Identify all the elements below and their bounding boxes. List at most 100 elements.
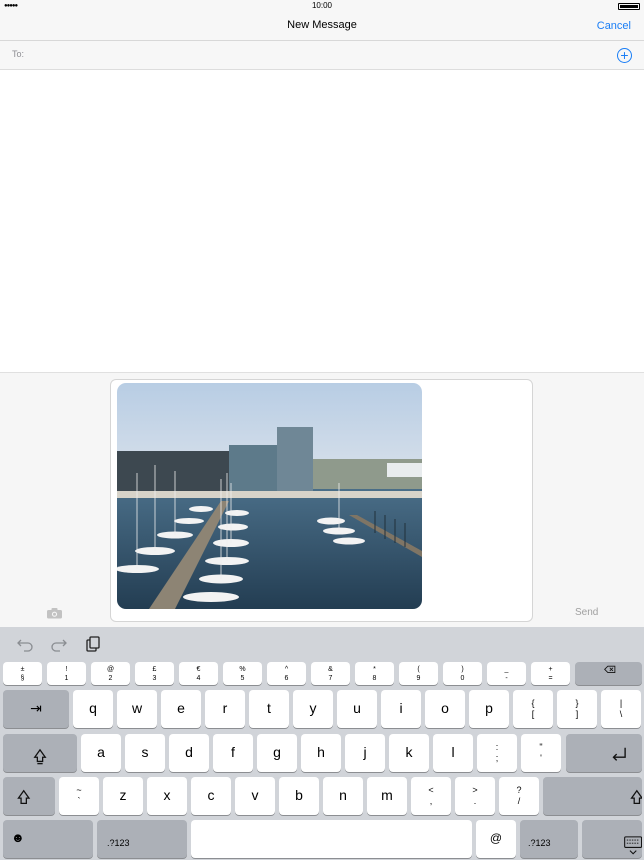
number-key[interactable]: * 8 [355, 662, 394, 685]
number-key[interactable]: ± § [3, 662, 42, 685]
number-key[interactable]: + = [531, 662, 570, 685]
letter-key-t[interactable]: t [249, 690, 289, 728]
symbol-key[interactable]: >. [455, 777, 495, 815]
symbol-key[interactable]: <, [411, 777, 451, 815]
symbol-key[interactable]: ~ ` [59, 777, 99, 815]
letter-key-v[interactable]: v [235, 777, 275, 815]
tab-key[interactable]: ⇥ [3, 690, 69, 728]
number-key[interactable]: ! 1 [47, 662, 86, 685]
space-key[interactable] [191, 820, 472, 858]
symbol-key[interactable]: " ' [521, 734, 561, 772]
letter-key-b[interactable]: b [279, 777, 319, 815]
symbol-key-bottom-label: . [473, 796, 477, 806]
battery-icon [618, 3, 640, 10]
letter-key-h[interactable]: h [301, 734, 341, 772]
letter-key-r[interactable]: r [205, 690, 245, 728]
letter-key-d[interactable]: d [169, 734, 209, 772]
dismiss-keyboard-key[interactable] [582, 820, 642, 858]
add-contact-icon[interactable]: + [617, 48, 632, 63]
redo-icon[interactable] [50, 636, 68, 652]
shift-key-left[interactable] [3, 777, 55, 815]
return-key[interactable] [566, 734, 642, 772]
letter-key-n[interactable]: n [323, 777, 363, 815]
symbol-key-top-label: { [531, 698, 535, 708]
letter-key-y[interactable]: y [293, 690, 333, 728]
number-key[interactable]: €4 [179, 662, 218, 685]
symbol-key[interactable]: ? / [499, 777, 539, 815]
key-label: @ [489, 831, 503, 845]
letter-key-s[interactable]: s [125, 734, 165, 772]
letter-key-l[interactable]: l [433, 734, 473, 772]
at-key[interactable]: @ [476, 820, 516, 858]
letter-key-w[interactable]: w [117, 690, 157, 728]
letter-key-g[interactable]: g [257, 734, 297, 772]
number-key-top-label: ! [65, 665, 68, 673]
numbers-key-left[interactable]: .?123 [97, 820, 187, 858]
shortcut-bar [0, 627, 644, 660]
key-label: b [295, 787, 303, 803]
paste-icon[interactable] [84, 636, 102, 652]
status-bar: ●●●●● 10:00 [0, 0, 644, 12]
undo-icon[interactable] [16, 636, 34, 652]
number-key[interactable]: ) 0 [443, 662, 482, 685]
delete-key[interactable] [575, 662, 642, 685]
letter-key-i[interactable]: i [381, 690, 421, 728]
number-key[interactable]: % 5 [223, 662, 262, 685]
backspace-icon [604, 665, 616, 673]
letter-key-e[interactable]: e [161, 690, 201, 728]
recipient-field[interactable]: To: + [0, 41, 644, 70]
message-input[interactable] [110, 379, 533, 622]
key-label: .?123 [528, 838, 551, 848]
number-key[interactable]: (9 [399, 662, 438, 685]
symbol-key[interactable]: :; [477, 734, 517, 772]
number-key-top-label: ( [417, 665, 420, 673]
letter-key-u[interactable]: u [337, 690, 377, 728]
letter-key-k[interactable]: k [389, 734, 429, 772]
key-label: r [222, 700, 228, 716]
number-key-bottom-label: 2 [108, 674, 113, 682]
number-key-bottom-label: = [548, 674, 553, 682]
number-key[interactable]: @2 [91, 662, 130, 685]
letter-key-f[interactable]: f [213, 734, 253, 772]
number-key-bottom-label: 1 [64, 674, 69, 682]
number-key[interactable]: £3 [135, 662, 174, 685]
symbol-key-bottom-label: , [429, 796, 433, 806]
cancel-button[interactable]: Cancel [597, 20, 631, 32]
symbol-key[interactable]: }] [557, 690, 597, 728]
letter-key-j[interactable]: j [345, 734, 385, 772]
symbol-key-bottom-label: ` [77, 796, 81, 806]
number-key[interactable]: ^ 6 [267, 662, 306, 685]
key-label: w [131, 700, 143, 716]
attached-photo[interactable] [117, 383, 422, 609]
letter-key-o[interactable]: o [425, 690, 465, 728]
letter-key-c[interactable]: c [191, 777, 231, 815]
key-label: v [251, 787, 259, 803]
symbol-key[interactable]: {[ [513, 690, 553, 728]
number-key[interactable]: & 7 [311, 662, 350, 685]
number-key-top-label: _ [504, 665, 509, 673]
caps-lock-key[interactable] [3, 734, 77, 772]
key-label: f [231, 744, 235, 760]
letter-key-m[interactable]: m [367, 777, 407, 815]
letter-key-p[interactable]: p [469, 690, 509, 728]
number-key[interactable]: _ - [487, 662, 526, 685]
symbol-key[interactable]: | \ [601, 690, 641, 728]
letter-key-z[interactable]: z [103, 777, 143, 815]
key-label: x [163, 787, 171, 803]
emoji-key[interactable]: ☻ [3, 820, 93, 858]
camera-icon[interactable] [46, 607, 63, 619]
numbers-key-right[interactable]: .?123 [520, 820, 578, 858]
key-label: h [317, 744, 325, 760]
key-label: g [273, 744, 281, 760]
shift-key-right[interactable] [543, 777, 642, 815]
letter-key-a[interactable]: a [81, 734, 121, 772]
key-label: y [309, 700, 317, 716]
symbol-key-top-label: | [619, 698, 623, 708]
letter-key-x[interactable]: x [147, 777, 187, 815]
emoji-icon: ☻ [11, 830, 25, 845]
number-key-bottom-label: § [20, 674, 25, 682]
symbol-key-top-label: ~ [76, 785, 82, 795]
key-label: k [405, 744, 413, 760]
send-button[interactable]: Send [575, 607, 598, 618]
letter-key-q[interactable]: q [73, 690, 113, 728]
